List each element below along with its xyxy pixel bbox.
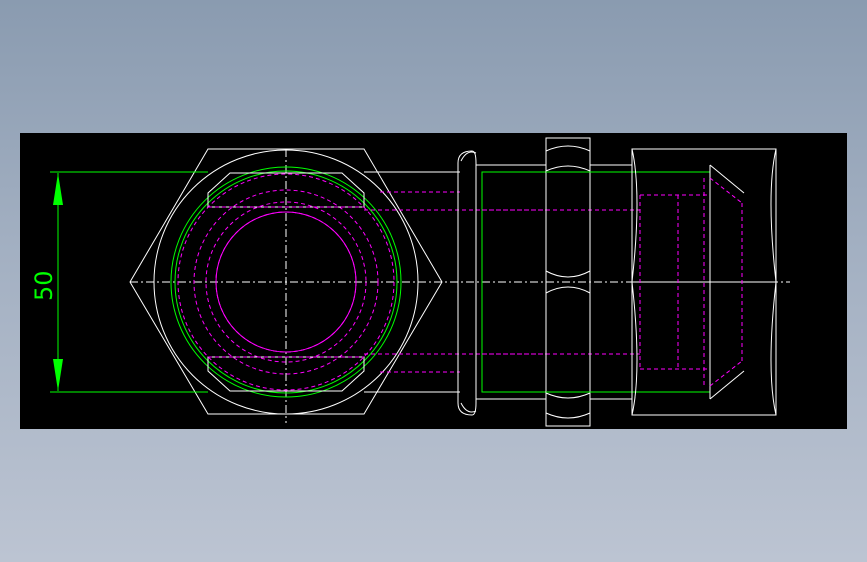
hex-body: [631, 148, 777, 416]
cad-drawing-svg: 50: [30, 137, 790, 427]
arrow-top: [53, 173, 63, 205]
flange: [457, 150, 477, 416]
dimension-text: 50: [30, 270, 58, 301]
cad-drawing-canvas[interactable]: 50: [20, 133, 847, 429]
arrow-bottom: [53, 359, 63, 391]
flange-fillet-bottom: [460, 402, 477, 413]
